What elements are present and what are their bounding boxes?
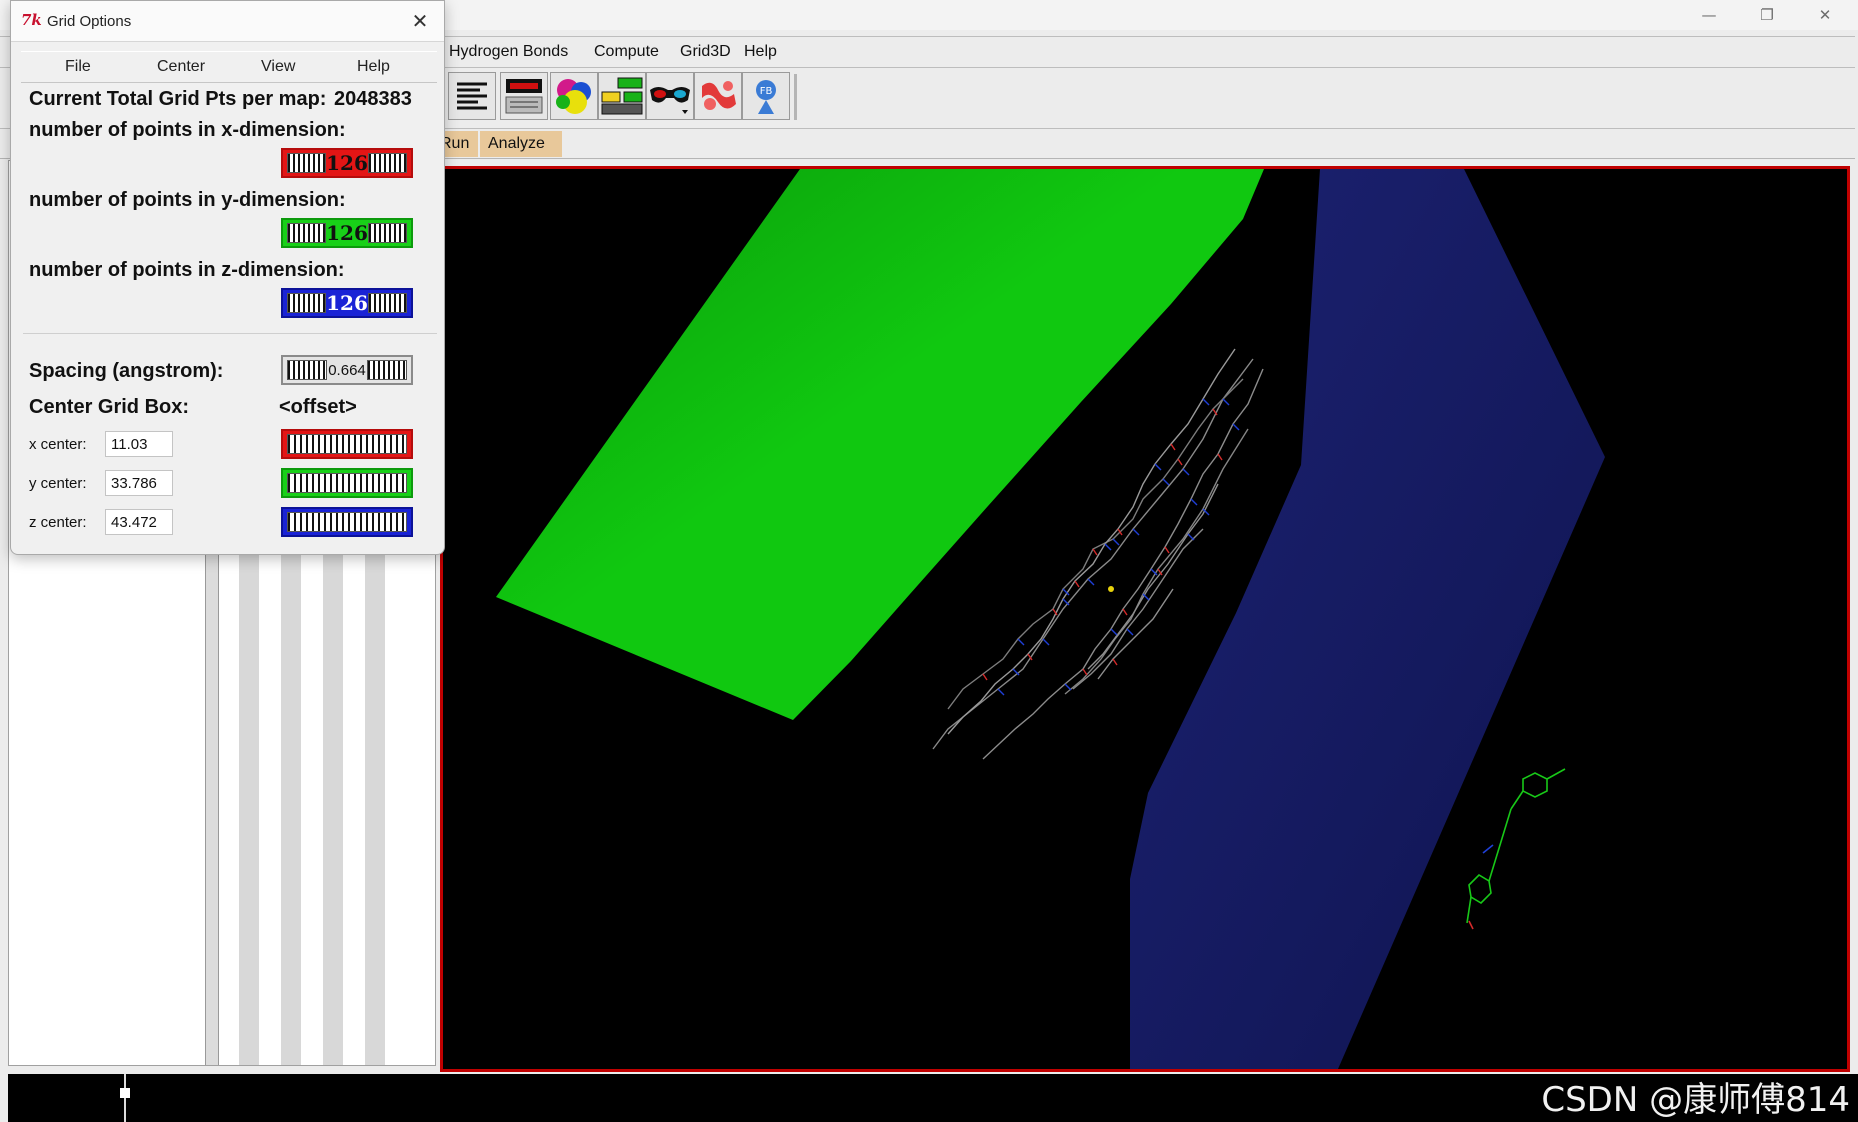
y-points-thumbwheel[interactable]: 126 bbox=[281, 218, 413, 248]
thumbwheel-ticks bbox=[287, 360, 327, 380]
x-center-input[interactable] bbox=[105, 431, 173, 457]
ribbon-icon[interactable] bbox=[694, 72, 742, 120]
thumbwheel-ticks bbox=[287, 473, 407, 493]
x-dimension-label: number of points in x-dimension: bbox=[29, 119, 346, 141]
x-center-thumbwheel[interactable] bbox=[281, 429, 413, 459]
close-icon[interactable]: ✕ bbox=[406, 7, 434, 35]
thumbwheel-ticks bbox=[287, 293, 327, 313]
z-center-thumbwheel[interactable] bbox=[281, 507, 413, 537]
x-points-thumbwheel[interactable]: 126 bbox=[281, 148, 413, 178]
column-stripe bbox=[323, 555, 343, 1065]
thumbwheel-ticks bbox=[367, 293, 407, 313]
thumbwheel-ticks bbox=[367, 153, 407, 173]
thumbwheel-ticks bbox=[366, 360, 407, 380]
z-center-input[interactable] bbox=[105, 509, 173, 535]
tk-app-icon: 7k bbox=[21, 11, 42, 29]
grid-box-green-face bbox=[496, 169, 1264, 720]
ligand-molecule bbox=[1466, 768, 1566, 930]
grid-box-blue-face bbox=[1130, 169, 1605, 1069]
menu-help[interactable]: Help bbox=[744, 43, 777, 61]
x-points-value: 126 bbox=[326, 151, 368, 175]
dialog-menu-help[interactable]: Help bbox=[357, 58, 390, 76]
menu-grid3d[interactable]: Grid3D bbox=[680, 43, 731, 61]
network-icon[interactable] bbox=[598, 72, 646, 120]
display-panel-icon[interactable] bbox=[500, 72, 548, 120]
thumbwheel-ticks bbox=[287, 223, 327, 243]
dialog-menu-center[interactable]: Center bbox=[157, 58, 205, 76]
spacing-value: 0.664 bbox=[328, 361, 366, 379]
3d-viewer[interactable] bbox=[440, 166, 1850, 1072]
align-text-icon[interactable] bbox=[448, 72, 496, 120]
center-grid-box-label: Center Grid Box: bbox=[29, 396, 190, 418]
restore-button[interactable]: ❐ bbox=[1738, 0, 1796, 30]
z-points-thumbwheel[interactable]: 126 bbox=[281, 288, 413, 318]
svg-text:FB: FB bbox=[760, 86, 773, 97]
separator bbox=[23, 333, 437, 334]
thumbwheel-ticks bbox=[287, 434, 407, 454]
y-dimension-label: number of points in y-dimension: bbox=[29, 189, 346, 211]
z-points-value: 126 bbox=[326, 291, 368, 315]
z-center-label: z center: bbox=[29, 514, 87, 531]
close-window-button[interactable]: ✕ bbox=[1796, 0, 1854, 30]
menu-hydrogen-bonds[interactable]: Hydrogen Bonds bbox=[449, 43, 568, 61]
dialog-title-bar[interactable]: 7k Grid Options ✕ bbox=[11, 1, 444, 42]
grid-options-dialog: 7k Grid Options ✕ File Center View Help … bbox=[10, 0, 445, 555]
column-stripe bbox=[281, 555, 301, 1065]
dialog-title: Grid Options bbox=[47, 13, 132, 30]
dialog-menu-view[interactable]: View bbox=[261, 58, 295, 76]
menu-compute[interactable]: Compute bbox=[594, 43, 659, 61]
x-center-label: x center: bbox=[29, 436, 87, 453]
status-divider bbox=[124, 1074, 126, 1122]
y-center-thumbwheel[interactable] bbox=[281, 468, 413, 498]
thumbwheel-ticks bbox=[287, 512, 407, 532]
y-center-input[interactable] bbox=[105, 470, 173, 496]
column-stripe bbox=[365, 555, 385, 1065]
minimize-button[interactable]: — bbox=[1680, 0, 1738, 30]
spacing-thumbwheel[interactable]: 0.664 bbox=[281, 355, 413, 385]
molecule-surface-icon[interactable] bbox=[550, 72, 598, 120]
y-points-value: 126 bbox=[326, 221, 368, 245]
status-handle[interactable] bbox=[120, 1088, 130, 1098]
total-grid-points-value: 2048383 bbox=[334, 88, 412, 110]
thumbwheel-ticks bbox=[287, 153, 327, 173]
stereo-glasses-icon[interactable] bbox=[646, 72, 694, 120]
column-stripe bbox=[239, 555, 259, 1065]
tab-analyze[interactable]: Analyze bbox=[480, 131, 562, 157]
offset-label: <offset> bbox=[279, 396, 357, 418]
pmv-logo-icon[interactable]: FB bbox=[742, 72, 790, 120]
spacing-label: Spacing (angstrom): bbox=[29, 360, 224, 382]
toolbar-separator bbox=[794, 74, 797, 120]
y-center-label: y center: bbox=[29, 475, 87, 492]
watermark: CSDN @康师傅814 bbox=[1541, 1080, 1850, 1120]
total-grid-points-label: Current Total Grid Pts per map: bbox=[29, 88, 327, 110]
dialog-menu-file[interactable]: File bbox=[65, 58, 91, 76]
thumbwheel-ticks bbox=[367, 223, 407, 243]
dialog-menu-bar: File Center View Help bbox=[21, 51, 437, 83]
z-dimension-label: number of points in z-dimension: bbox=[29, 259, 345, 281]
